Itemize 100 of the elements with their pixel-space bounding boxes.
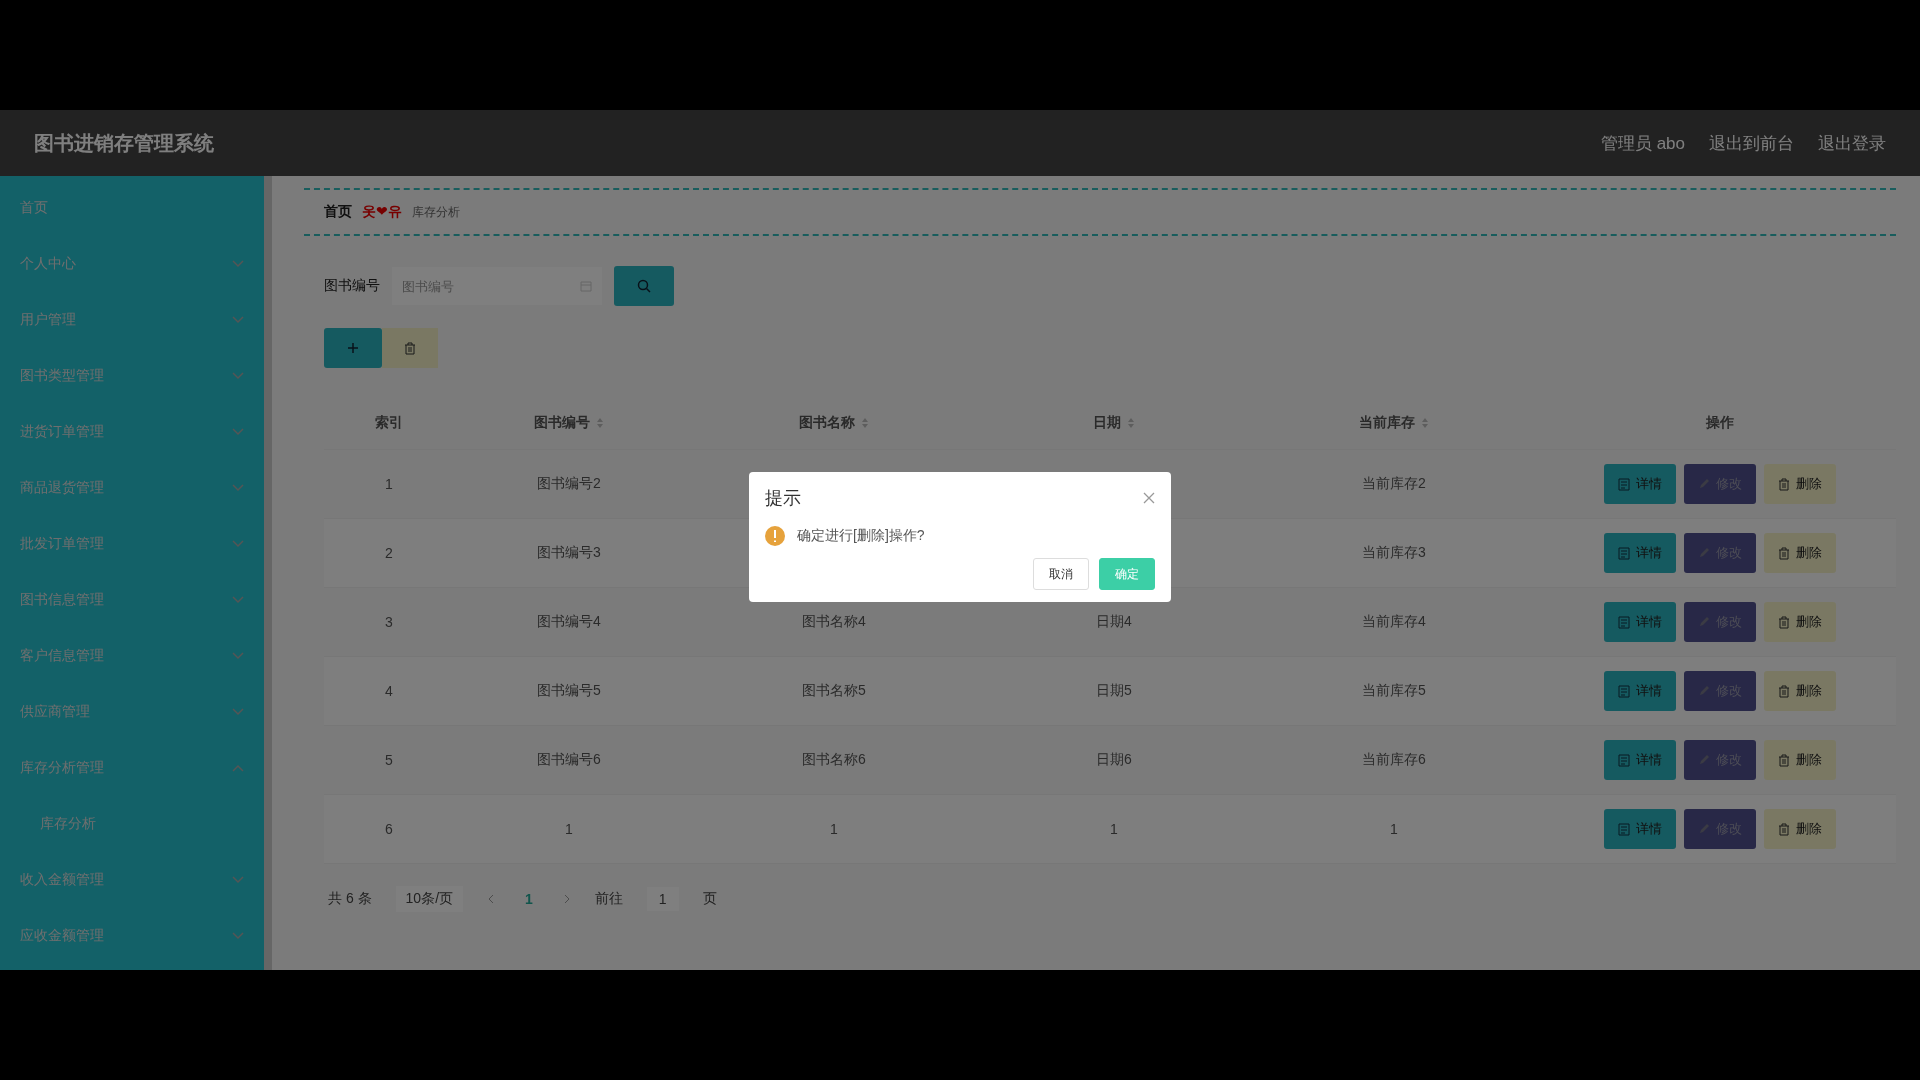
table-cell-text: 1 <box>1389 821 1399 837</box>
table-cell-text: 4 <box>384 683 394 699</box>
table-cell-text: 当前库存3 <box>1361 544 1427 562</box>
close-icon[interactable] <box>1143 492 1155 504</box>
table-cell-text: 6 <box>384 821 394 837</box>
sort-icon <box>1421 416 1429 429</box>
sidebar-item[interactable]: 供应商管理 <box>0 684 264 740</box>
table-cell-text: 5 <box>384 752 394 768</box>
delete-button[interactable]: 删除 <box>1764 740 1836 780</box>
document-icon <box>1618 684 1630 698</box>
table-cell-text: 1 <box>829 821 839 837</box>
document-icon <box>1618 477 1630 491</box>
sort-icon <box>1127 416 1135 429</box>
document-icon <box>1618 615 1630 629</box>
app-title: 图书进销存管理系统 <box>34 130 214 156</box>
chevron-icon <box>232 260 244 268</box>
breadcrumb-separator: 옷❤유 <box>362 203 402 221</box>
table-cell-text: 图书编号5 <box>536 682 602 700</box>
search-button[interactable] <box>614 266 674 306</box>
delete-button[interactable] <box>382 328 438 368</box>
table-cell-text: 2 <box>384 545 394 561</box>
sidebar-item[interactable]: 进货订单管理 <box>0 404 264 460</box>
delete-button[interactable]: 删除 <box>1764 671 1836 711</box>
sidebar-item[interactable]: 库存分析管理 <box>0 740 264 796</box>
chevron-icon <box>232 540 244 548</box>
table-cell-text: 3 <box>384 614 394 630</box>
sidebar-item[interactable]: 收入金额管理 <box>0 852 264 908</box>
table-cell-text: 日期6 <box>1095 751 1133 769</box>
column-header[interactable]: 图书编号 <box>454 413 684 432</box>
chevron-icon <box>232 484 244 492</box>
next-page-icon[interactable] <box>562 894 571 904</box>
table-cell-text: 1 <box>1109 821 1119 837</box>
page-number[interactable]: 1 <box>519 890 539 908</box>
chevron-icon <box>232 932 244 940</box>
delete-button[interactable]: 删除 <box>1764 533 1836 573</box>
prev-page-icon[interactable] <box>487 894 496 904</box>
search-label: 图书编号 <box>324 277 380 295</box>
table-cell-text: 1 <box>384 476 394 492</box>
column-header[interactable]: 当前库存 <box>1244 413 1544 432</box>
table-cell-text: 图书名称5 <box>801 682 867 700</box>
goto-suffix: 页 <box>702 890 717 908</box>
sidebar-item[interactable]: 商品退货管理 <box>0 460 264 516</box>
sidebar-item[interactable]: 个人中心 <box>0 236 264 292</box>
trash-icon <box>1778 822 1790 836</box>
details-button[interactable]: 详情 <box>1604 740 1676 780</box>
header-link[interactable]: 退出登录 <box>1818 131 1886 155</box>
trash-icon <box>1778 546 1790 560</box>
sidebar-item[interactable]: 用户管理 <box>0 292 264 348</box>
trash-icon <box>1778 477 1790 491</box>
sidebar-subitem[interactable]: 库存分析 <box>0 796 264 852</box>
table-cell-text: 当前库存5 <box>1361 682 1427 700</box>
table-cell-text: 当前库存6 <box>1361 751 1427 769</box>
search-icon <box>637 279 651 293</box>
table-cell-text: 图书编号6 <box>536 751 602 769</box>
header-link[interactable]: 退出到前台 <box>1709 131 1794 155</box>
details-button[interactable]: 详情 <box>1604 464 1676 504</box>
warning-icon <box>765 526 785 546</box>
breadcrumb-current: 库存分析 <box>411 203 460 221</box>
header-link[interactable]: 管理员 abo <box>1600 131 1685 155</box>
chevron-icon <box>232 428 244 436</box>
confirm-button[interactable]: 确定 <box>1099 558 1155 590</box>
sidebar-item[interactable]: 客户信息管理 <box>0 628 264 684</box>
table-cell-text: 图书编号3 <box>536 544 602 562</box>
column-header[interactable]: 图书名称 <box>684 413 984 432</box>
sidebar-item[interactable]: 批发订单管理 <box>0 516 264 572</box>
details-button[interactable]: 详情 <box>1604 809 1676 849</box>
delete-button[interactable]: 删除 <box>1764 602 1836 642</box>
column-header[interactable]: 日期 <box>984 413 1244 432</box>
page-size-select[interactable]: 10条/页 <box>395 886 464 912</box>
delete-button[interactable]: 删除 <box>1764 464 1836 504</box>
table-cell-text: 当前库存4 <box>1361 613 1427 631</box>
cancel-button[interactable]: 取消 <box>1033 558 1089 590</box>
sort-icon <box>861 416 869 429</box>
table-cell-text: 图书名称4 <box>801 613 867 631</box>
sidebar-item[interactable]: 首页 <box>0 180 264 236</box>
chevron-icon <box>232 596 244 604</box>
table-cell-text: 当前库存2 <box>1361 475 1427 493</box>
trash-icon <box>1778 753 1790 767</box>
total-count: 共 6 条 <box>328 890 372 908</box>
plus-icon <box>347 342 359 354</box>
sidebar-item[interactable]: 应收金额管理 <box>0 908 264 964</box>
breadcrumb-home[interactable]: 首页 <box>324 203 352 221</box>
goto-page-field[interactable]: 1 <box>646 887 679 911</box>
sidebar-item[interactable]: 图书类型管理 <box>0 348 264 404</box>
details-button[interactable]: 详情 <box>1604 533 1676 573</box>
delete-button[interactable]: 删除 <box>1764 809 1836 849</box>
dialog-title: 提示 <box>765 487 801 510</box>
document-icon <box>1618 753 1630 767</box>
table-cell-text: 1 <box>564 821 574 837</box>
chevron-icon <box>232 708 244 716</box>
sort-icon <box>596 416 604 429</box>
details-button[interactable]: 详情 <box>1604 671 1676 711</box>
column-header: 索引 <box>374 413 404 432</box>
sidebar-item[interactable]: 图书信息管理 <box>0 572 264 628</box>
details-button[interactable]: 详情 <box>1604 602 1676 642</box>
goto-label: 前往 <box>594 890 623 908</box>
table-cell-text: 图书名称6 <box>801 751 867 769</box>
column-header: 操作 <box>1705 413 1735 432</box>
chevron-icon <box>232 876 244 884</box>
document-icon <box>1618 822 1630 836</box>
